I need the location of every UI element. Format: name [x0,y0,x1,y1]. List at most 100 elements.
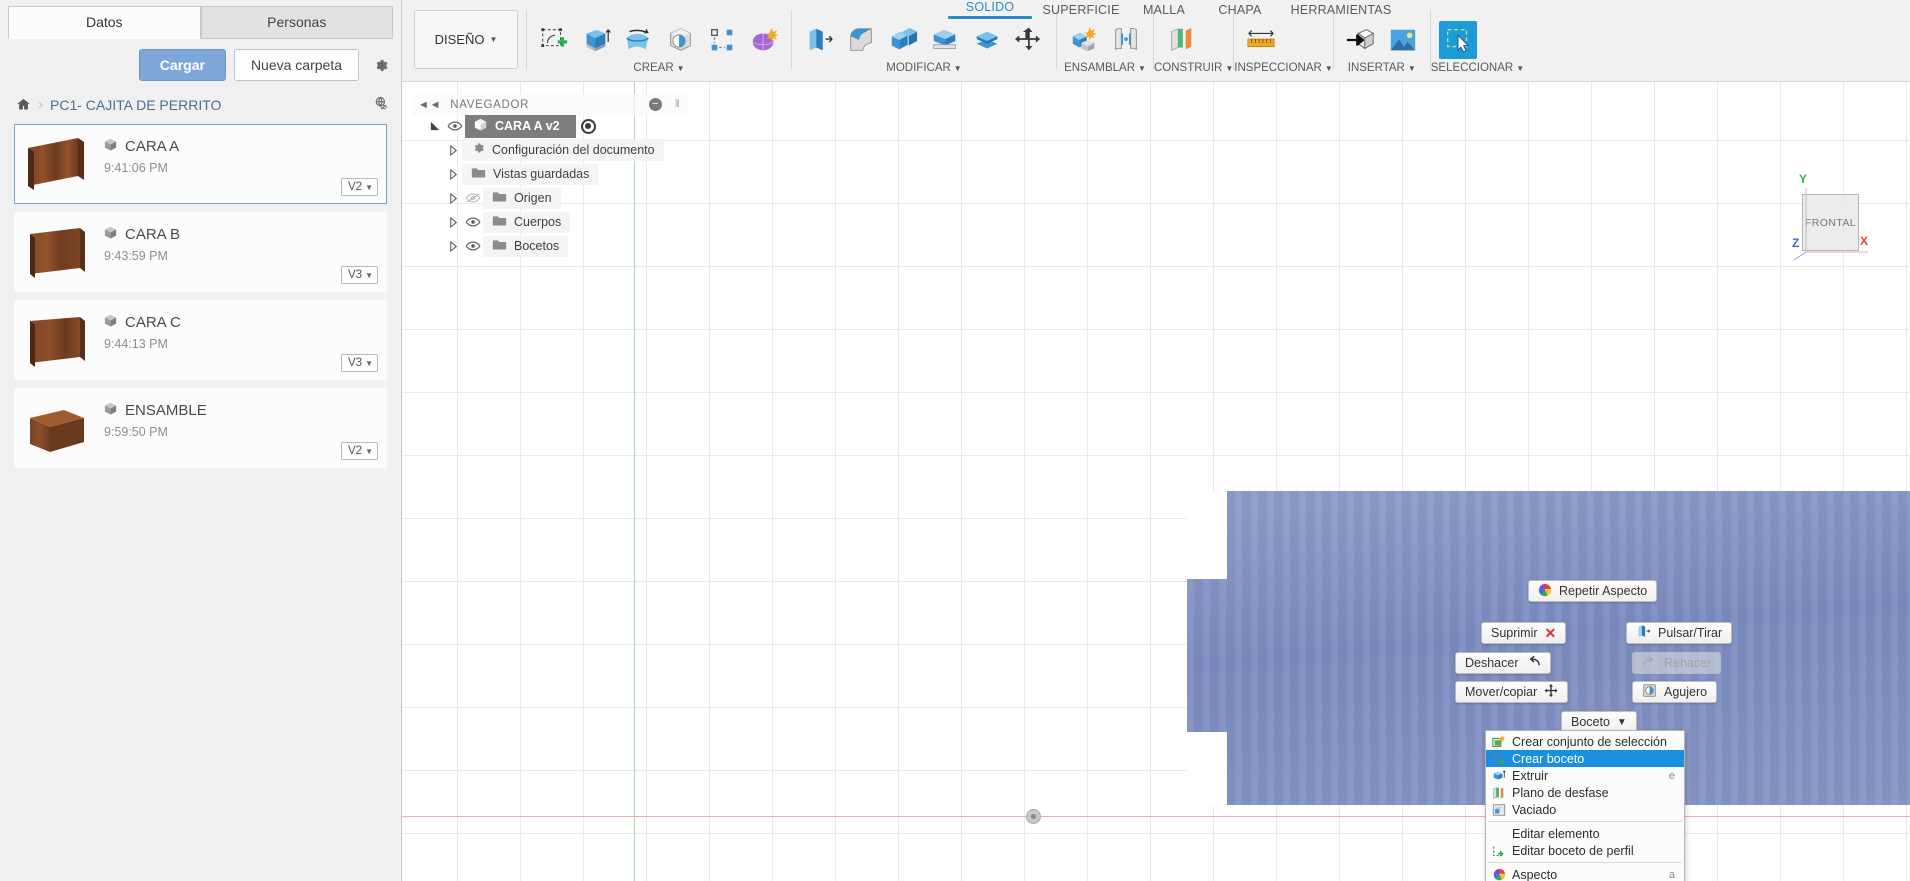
tab-chapa[interactable]: CHAPA [1198,1,1282,20]
tree-item-origen: Origen [483,187,561,209]
twisty-collapsed-icon[interactable] [444,144,462,156]
menu-item-editar-elemento[interactable]: Editar elemento [1486,825,1684,842]
file-card-cara-a[interactable]: CARA A 9:41:06 PM V2 ▼ [14,124,387,204]
visibility-eye-icon[interactable] [462,216,483,228]
file-title-row: CARA B [103,225,378,244]
tab-malla[interactable]: MALLA [1130,1,1198,20]
marking-item-pulsar-tirar[interactable]: Pulsar/Tirar [1626,622,1733,644]
marking-item-suprimir[interactable]: Suprimir ✕ [1481,622,1567,644]
twisty-collapsed-icon[interactable] [444,168,462,180]
select-window-icon[interactable] [1438,21,1477,59]
resize-grip-icon[interactable]: ⦀ [675,99,681,110]
tab-superficie[interactable]: SUPERFICIE [1032,1,1130,20]
menu-item-extruir[interactable]: Extruir e [1486,767,1684,784]
split-face-icon[interactable] [968,21,1006,59]
file-name: CARA C [125,314,181,331]
pattern-icon[interactable] [703,21,741,59]
tree-item-cuerpos: Cuerpos [483,211,571,233]
insert-mcmaster-icon[interactable] [1342,21,1380,59]
tree-row-saved-views[interactable]: Vistas guardadas [412,163,712,185]
upload-button[interactable]: Cargar [138,49,226,81]
tree-row-cara-a-v2[interactable]: CARA A v2 [412,114,712,138]
twisty-collapsed-icon[interactable] [444,192,462,204]
chevron-down-icon: ▼ [953,63,962,73]
marking-item-deshacer[interactable]: Deshacer [1455,652,1551,674]
version-badge[interactable]: V3 ▼ [341,354,378,372]
extrude-icon[interactable] [577,21,615,59]
version-badge[interactable]: V2 ▼ [341,442,378,460]
file-card-cara-b[interactable]: CARA B 9:43:59 PM V3 ▼ [14,212,387,292]
tab-datos[interactable]: Datos [8,6,201,39]
revolve-icon[interactable] [619,21,657,59]
active-tab-underline [948,16,1032,19]
viewport-canvas[interactable]: FRONTAL Y X Z ◄◄ NAVEGADOR − ⦀ CARA A v2… [402,82,1910,881]
form-icon[interactable] [745,21,783,59]
new-component-icon[interactable] [1065,21,1103,59]
marking-label: Deshacer [1465,656,1519,670]
view-cube[interactable]: FRONTAL Y X Z [1782,172,1872,264]
file-meta: ENSAMBLE 9:59:50 PM [93,395,378,439]
create-sketch-icon[interactable] [535,21,573,59]
panel-label-modificar[interactable]: MODIFICAR ▼ [792,62,1056,74]
context-menu: Crear conjunto de selección Crear boceto [1485,730,1685,881]
twisty-collapsed-icon[interactable] [444,216,462,228]
version-badge[interactable]: V3 ▼ [341,266,378,284]
tree-row-cuerpos[interactable]: Cuerpos [412,211,712,233]
shell-icon[interactable] [884,21,922,59]
menu-item-aspecto[interactable]: Aspecto a [1486,866,1684,881]
panel-label-crear[interactable]: CREAR ▼ [527,62,791,74]
workspace-switcher[interactable]: DISEÑO ▼ [414,10,518,69]
minus-circle-icon[interactable]: − [649,98,662,111]
visibility-eye-icon[interactable] [444,120,465,132]
measure-icon[interactable] [1242,21,1280,59]
joint-icon[interactable] [1107,21,1145,59]
panel-label-insertar[interactable]: INSERTAR ▼ [1334,62,1430,74]
breadcrumb-project[interactable]: PC1- CAJITA DE PERRITO [50,97,221,113]
panel-label-construir[interactable]: CONSTRUIR ▼ [1154,62,1233,74]
data-panel: Datos Personas Cargar Nueva carpeta › PC… [0,0,402,881]
activate-component-icon[interactable] [580,118,596,134]
menu-item-vaciado[interactable]: Vaciado [1486,801,1684,818]
component-icon [103,313,118,332]
marking-item-repetir-aspecto[interactable]: Repetir Aspecto [1528,580,1658,602]
visibility-hidden-icon[interactable] [462,192,483,204]
visibility-eye-icon[interactable] [462,240,483,252]
menu-item-plano-de-desfase[interactable]: Plano de desfase [1486,784,1684,801]
home-icon[interactable] [16,97,31,112]
panel-label-inspeccionar[interactable]: INSPECCIONAR ▼ [1234,62,1332,74]
new-folder-button[interactable]: Nueva carpeta [233,49,359,81]
marking-item-agujero[interactable]: Agujero [1632,681,1718,703]
move-copy-icon[interactable] [1010,21,1048,59]
tab-herramientas[interactable]: HERRAMIENTAS [1282,1,1400,20]
gear-icon[interactable] [367,52,393,78]
tab-personas[interactable]: Personas [200,6,393,39]
offset-plane-icon[interactable] [1162,21,1200,59]
twisty-collapsed-icon[interactable] [444,240,462,252]
menu-item-crear-conjunto-seleccion[interactable]: Crear conjunto de selección [1486,733,1684,750]
globe-hidden-icon[interactable] [373,95,389,114]
menu-item-editar-boceto-de-perfil[interactable]: Editar boceto de perfil [1486,842,1684,859]
collapse-left-icon[interactable]: ◄◄ [418,99,441,111]
file-card-cara-c[interactable]: CARA C 9:44:13 PM V3 ▼ [14,300,387,380]
panel-label-seleccionar[interactable]: SELECCIONAR ▼ [1431,62,1524,74]
marking-menu: Repetir Aspecto Suprimir ✕ Pulsar/Tirar [1442,580,1742,740]
appearance-icon [1490,868,1508,881]
tree-row-bocetos[interactable]: Bocetos [412,235,712,257]
tree-row-origen[interactable]: Origen [412,187,712,209]
origin-point[interactable] [1026,809,1041,824]
menu-item-crear-boceto[interactable]: Crear boceto [1486,750,1684,767]
tab-solido[interactable]: SOLIDO [948,0,1032,22]
version-badge[interactable]: V2 ▼ [341,178,378,196]
file-card-ensamble[interactable]: ENSAMBLE 9:59:50 PM V2 ▼ [14,388,387,468]
press-pull-icon[interactable] [800,21,838,59]
tree-row-document-settings[interactable]: Configuración del documento [412,139,712,161]
undo-arrow-icon [1526,655,1541,671]
twisty-expanded-icon[interactable] [426,121,444,132]
sweep-icon[interactable] [661,21,699,59]
fillet-icon[interactable] [842,21,880,59]
panel-label-ensamblar[interactable]: ENSAMBLAR ▼ [1057,62,1153,74]
file-time: 9:41:06 PM [104,161,168,175]
combine-icon[interactable] [926,21,964,59]
insert-canvas-icon[interactable] [1384,21,1422,59]
marking-item-mover-copiar[interactable]: Mover/copiar [1455,681,1569,703]
